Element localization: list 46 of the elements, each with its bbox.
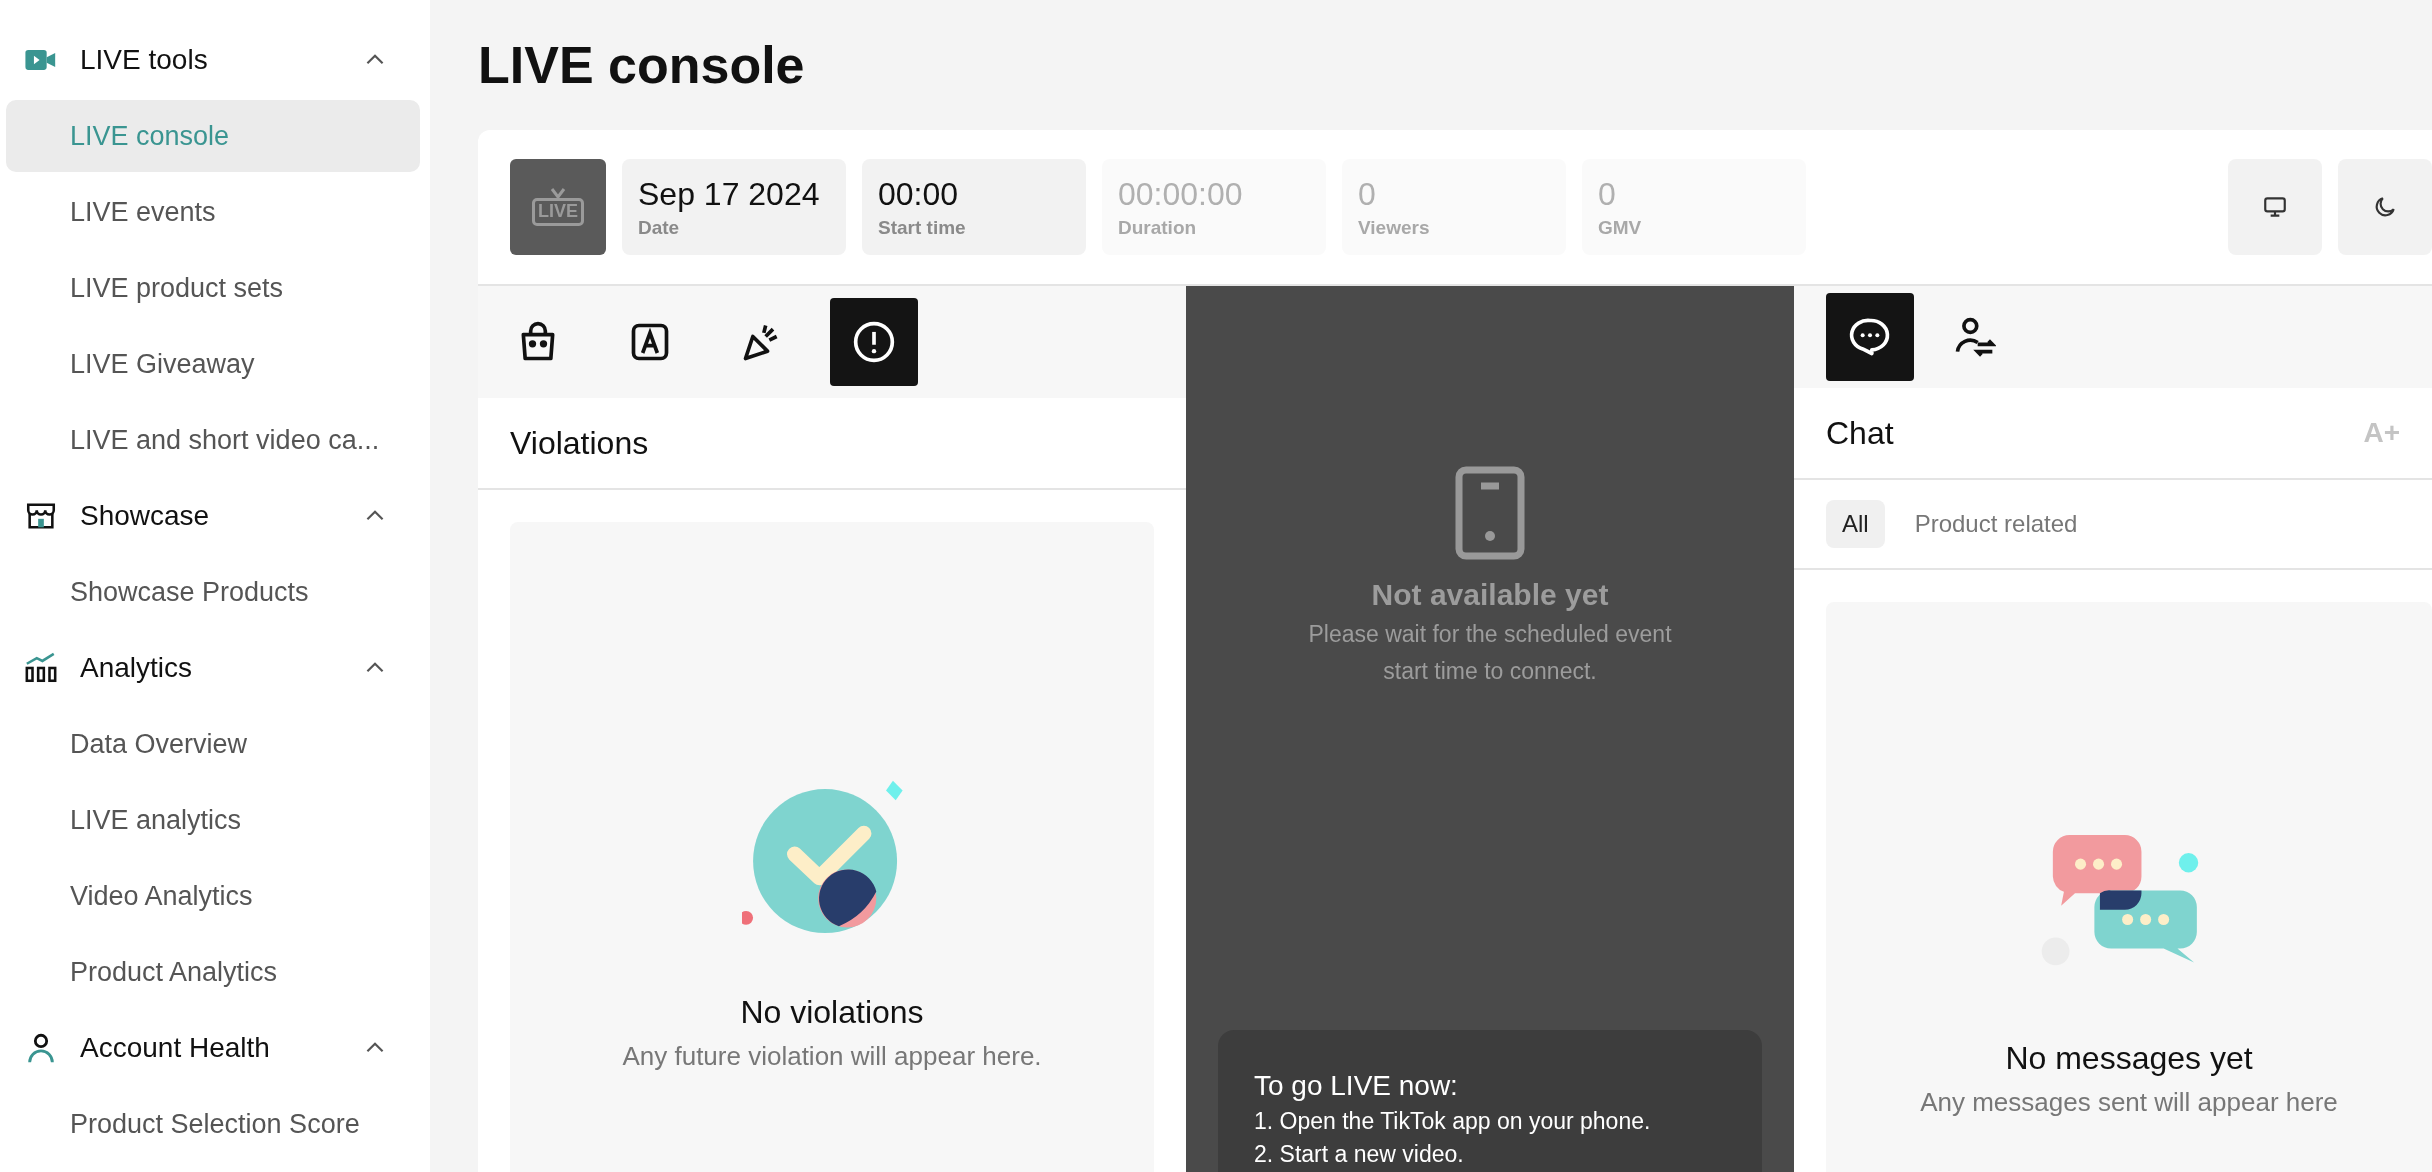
stat-label: GMV [1598, 216, 1643, 239]
sidebar-item[interactable]: Data Overview [6, 708, 420, 780]
sidebar-section-title: LIVE tools [80, 44, 209, 76]
stat-value: 0 [1358, 175, 1377, 213]
monitor-icon [2262, 194, 2288, 220]
sidebar-section-title: Account Health [80, 1032, 271, 1064]
status-title: Not available yet [1371, 578, 1609, 612]
panel-tab[interactable] [1826, 293, 1914, 381]
status-text: Please wait for the scheduled event start time to connect. [1307, 620, 1673, 686]
stat-label: Viewers [1358, 216, 1431, 239]
instructions-title: To go LIVE now: [1254, 1070, 1459, 1102]
sidebar-section-title: Showcase [80, 500, 211, 532]
stat-value: 00:00 [878, 175, 960, 213]
display-button[interactable] [2228, 159, 2322, 255]
sidebar-item[interactable]: LIVE product sets [6, 252, 420, 324]
empty-state-title: No messages yet [2005, 1040, 2253, 1077]
bar-chart-icon [24, 651, 58, 685]
panel-tab[interactable] [830, 298, 918, 386]
instruction-step: 2. Start a new video. [1254, 1141, 1726, 1168]
instruction-step: 1. Open the TikTok app on your phone. [1254, 1108, 1726, 1135]
empty-state-text: Any future violation will appear here. [622, 1041, 1042, 1072]
filter-tab[interactable]: All [1826, 500, 1885, 548]
alert-icon [852, 320, 896, 364]
empty-state-title: No violations [740, 994, 924, 1031]
sidebar-item[interactable]: LIVE analytics [6, 784, 420, 856]
sidebar-item[interactable]: Product Analytics [6, 936, 420, 1008]
sidebar-item[interactable]: Product Selection Score [6, 1088, 420, 1160]
panel-title: Violations [510, 424, 649, 462]
stat-label: Start time [878, 216, 967, 239]
sidebar-item[interactable]: LIVE and short video ca... [6, 404, 420, 476]
stat-value: 00:00:00 [1118, 175, 1244, 213]
panel-title: Chat [1826, 414, 1894, 452]
stat-value: Sep 17 2024 [638, 175, 821, 213]
sidebar-item[interactable]: LIVE Giveaway [6, 328, 420, 400]
phone-icon [1455, 466, 1525, 560]
stat-label: Duration [1118, 216, 1198, 239]
sidebar-item[interactable]: Showcase Products [6, 556, 420, 628]
sidebar-item[interactable]: LIVE events [6, 176, 420, 248]
filter-tab[interactable]: Product related [1898, 500, 2094, 548]
stat-label: Date [638, 216, 681, 239]
sidebar-item[interactable]: Video Analytics [6, 860, 420, 932]
sidebar-section-title: Analytics [80, 652, 194, 684]
live-label: LIVE [532, 198, 584, 226]
empty-state-text: Any messages sent will appear here [1920, 1087, 2338, 1118]
stat-value: 0 [1598, 175, 1617, 213]
page-title: LIVE console [478, 39, 805, 91]
